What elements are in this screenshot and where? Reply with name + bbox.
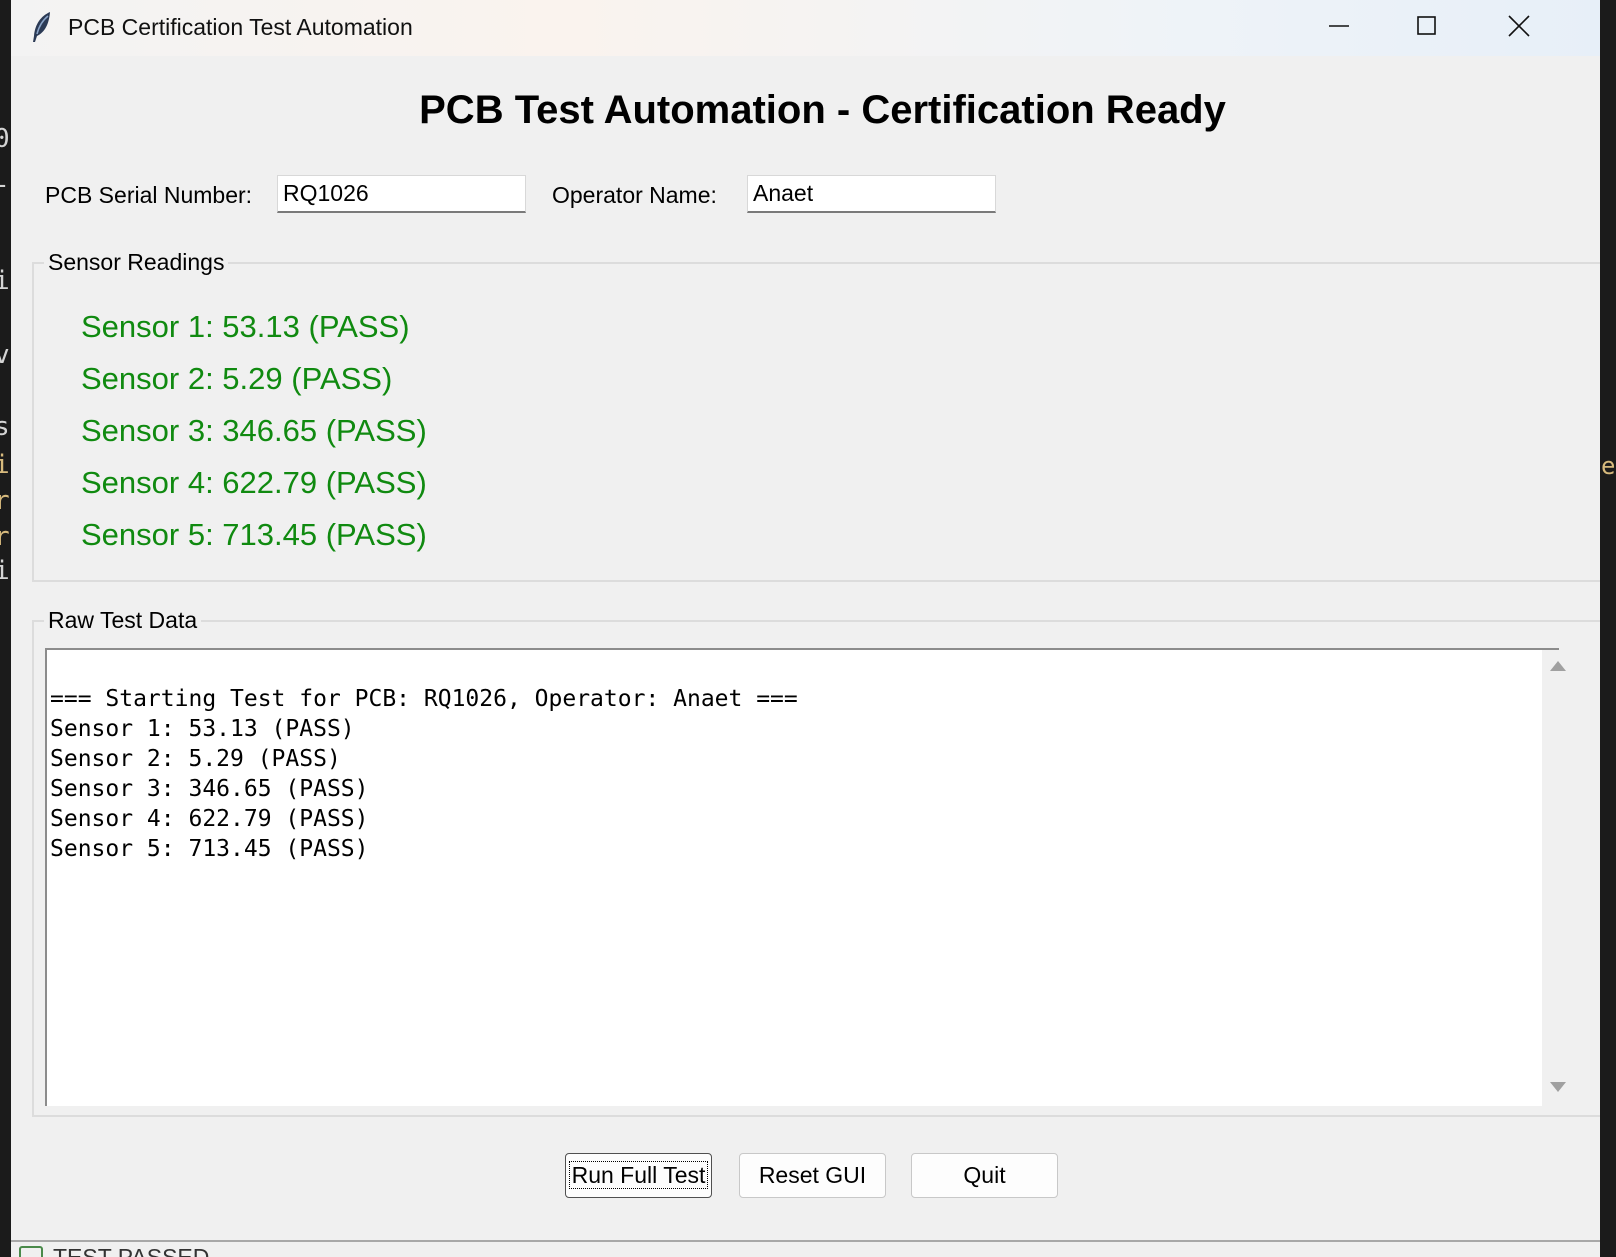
log-line: === Starting Test for PCB: RQ1026, Opera…: [50, 686, 798, 712]
sensor-reading: Sensor 1: 53.13 (PASS): [81, 309, 410, 344]
log-line: Sensor 1: 53.13 (PASS): [50, 716, 355, 742]
operator-name-input[interactable]: [747, 175, 996, 213]
reset-gui-button[interactable]: Reset GUI: [739, 1153, 886, 1198]
log-line: Sensor 5: 713.45 (PASS): [50, 836, 369, 862]
sensor-reading: Sensor 2: 5.29 (PASS): [81, 361, 393, 396]
close-icon: [1508, 14, 1530, 42]
sensor-reading: Sensor 4: 622.79 (PASS): [81, 465, 427, 500]
status-text: TEST PASSED: [53, 1244, 210, 1257]
minimize-icon: [1328, 15, 1350, 42]
raw-data-scrollbar[interactable]: [1542, 650, 1574, 1106]
run-full-test-label: Run Full Test: [568, 1161, 709, 1189]
sensor-reading: Sensor 3: 346.65 (PASS): [81, 413, 427, 448]
background-editor-left: 0 - i v s i r r i: [0, 0, 11, 1257]
title-bar[interactable]: PCB Certification Test Automation: [11, 0, 1600, 56]
page-title: PCB Test Automation - Certification Read…: [419, 88, 1226, 132]
app-window: PCB Certification Test Automation PCB Te…: [11, 0, 1600, 1257]
sensor-readings-group: Sensor Readings Sensor 1: 53.13 (PASS) S…: [32, 249, 1600, 582]
raw-test-data-text[interactable]: === Starting Test for PCB: RQ1026, Opera…: [45, 648, 1559, 1106]
serial-number-input[interactable]: [277, 175, 526, 213]
operator-name-label: Operator Name:: [552, 182, 717, 208]
maximize-icon: [1416, 15, 1438, 42]
sensor-readings-title: Sensor Readings: [44, 249, 229, 276]
close-button[interactable]: [1473, 0, 1565, 56]
status-bar: TEST PASSED: [11, 1240, 1600, 1257]
minimize-button[interactable]: [1293, 0, 1385, 56]
log-line: Sensor 4: 622.79 (PASS): [50, 806, 369, 832]
sensor-reading: Sensor 5: 713.45 (PASS): [81, 517, 427, 552]
quit-button[interactable]: Quit: [911, 1153, 1058, 1198]
log-line: Sensor 2: 5.29 (PASS): [50, 746, 341, 772]
serial-number-label: PCB Serial Number:: [45, 182, 253, 208]
background-editor-right: e: [1600, 0, 1616, 1257]
scroll-down-icon[interactable]: [1550, 1082, 1566, 1092]
log-line: Sensor 3: 346.65 (PASS): [50, 776, 369, 802]
run-full-test-button[interactable]: Run Full Test: [565, 1153, 712, 1198]
window-title: PCB Certification Test Automation: [68, 14, 413, 40]
feather-icon: [29, 10, 55, 44]
raw-test-data-title: Raw Test Data: [44, 607, 202, 634]
status-check-icon: [19, 1246, 43, 1257]
quit-label: Quit: [963, 1162, 1006, 1188]
reset-gui-label: Reset GUI: [758, 1162, 867, 1188]
maximize-button[interactable]: [1381, 0, 1473, 56]
scroll-up-icon[interactable]: [1550, 661, 1566, 671]
